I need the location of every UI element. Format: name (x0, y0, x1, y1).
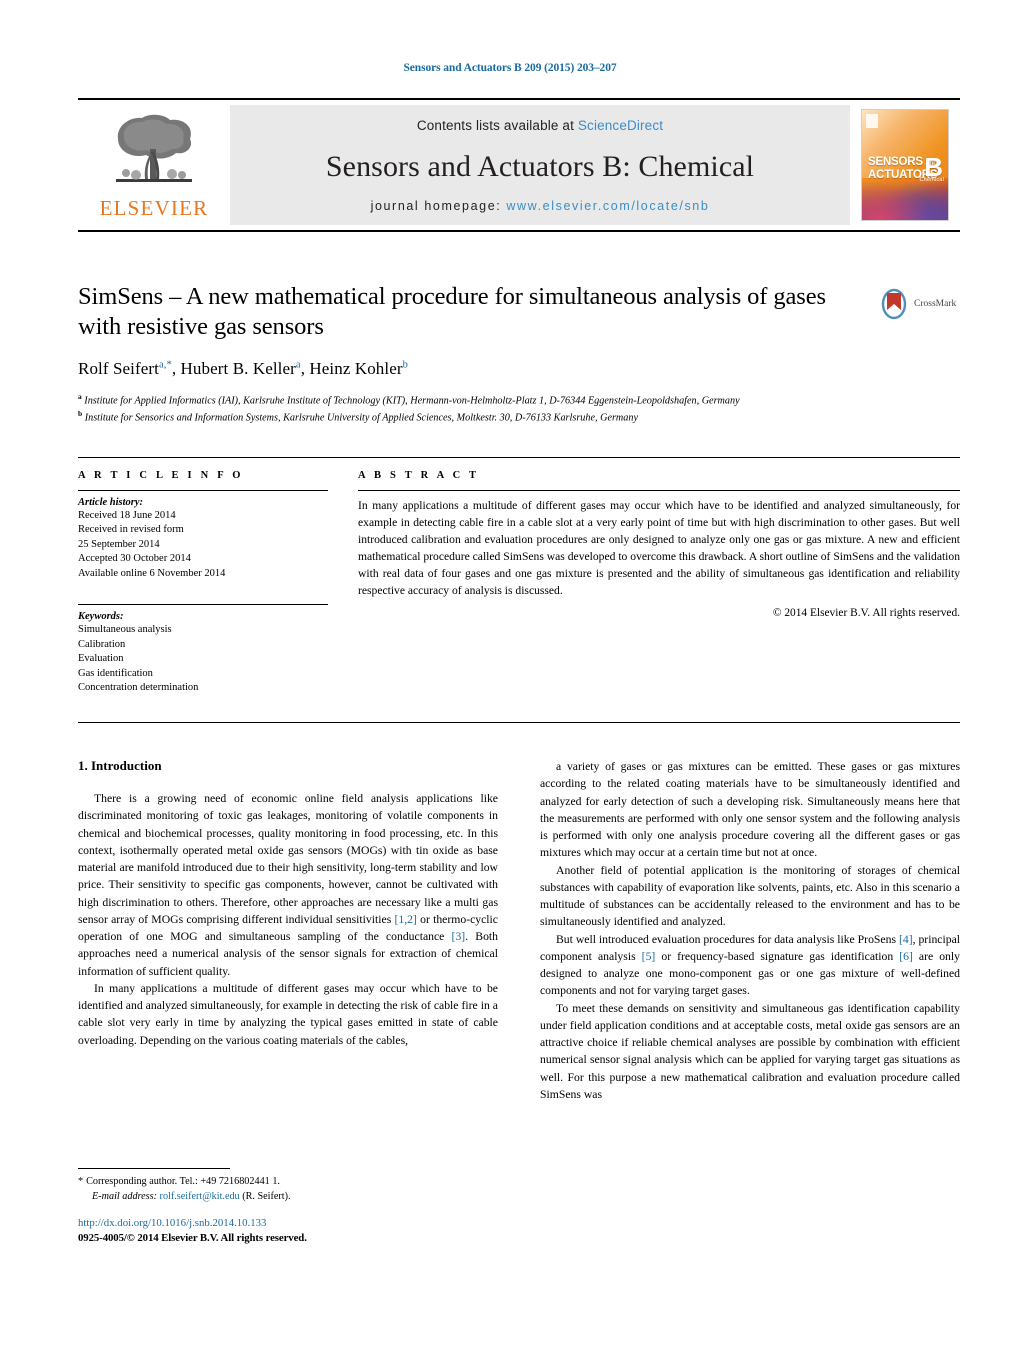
abstract-kicker: A B S T R A C T (358, 470, 480, 481)
paragraph: a variety of gases or gas mixtures can b… (540, 760, 960, 860)
keyword-item: Evaluation (78, 653, 124, 665)
history-item: 25 September 2014 (78, 538, 160, 550)
journal-cover-image: SENSORS and ACTUATORS B Chemical (861, 109, 949, 221)
citation-ref[interactable]: [1,2] (394, 913, 416, 926)
doi-block: http://dx.doi.org/10.1016/j.snb.2014.10.… (78, 1216, 498, 1247)
paragraph: To meet these demands on sensitivity and… (540, 1001, 960, 1101)
doi-link[interactable]: http://dx.doi.org/10.1016/j.snb.2014.10.… (78, 1216, 498, 1231)
title-block: SimSens – A new mathematical procedure f… (78, 282, 868, 426)
cover-subtitle: Chemical (919, 177, 944, 184)
email-label: E-mail address: (92, 1190, 157, 1202)
body-column-left: 1. Introduction There is a growing need … (78, 758, 498, 1049)
history-item: Received 18 June 2014 (78, 510, 176, 521)
keyword-item: Calibration (78, 638, 126, 650)
contents-available-line: Contents lists available at ScienceDirec… (417, 118, 663, 133)
corresponding-author-line: * Corresponding author. Tel.: +49 7216802… (78, 1175, 498, 1190)
citation-ref[interactable]: [4] (899, 933, 913, 946)
citation-ref[interactable]: [3] (452, 930, 466, 943)
cover-line1: SENSORS (868, 156, 923, 169)
corresponding-text: Corresponding author. Tel.: +49 72168024… (86, 1176, 280, 1187)
history-item: Received in revised form (78, 524, 184, 536)
keyword-item: Concentration determination (78, 682, 199, 694)
abstract-column: A B S T R A C T In many applications a m… (358, 470, 960, 619)
affiliation-list: a Institute for Applied Informatics (IAI… (78, 392, 878, 426)
footnote-rule (78, 1168, 230, 1169)
email-link[interactable]: rolf.seifert@kit.edu (160, 1191, 240, 1202)
paragraph: But well introduced evaluation procedure… (540, 932, 960, 998)
abstract-copyright: © 2014 Elsevier B.V. All rights reserved… (772, 607, 960, 620)
info-band-bottom-rule (78, 722, 960, 723)
email-line: E-mail address: rolf.seifert@kit.edu (R.… (78, 1190, 498, 1205)
article-history-heading: Article history: (78, 497, 144, 508)
abstract-text: In many applications a multitude of diff… (358, 499, 960, 598)
journal-title: Sensors and Actuators B: Chemical (325, 149, 755, 183)
crossmark-icon (881, 288, 907, 320)
citation-ref[interactable]: [6] (899, 950, 913, 963)
section-heading-introduction: 1. Introduction (78, 758, 162, 773)
affiliation-a: a Institute for Applied Informatics (IAI… (78, 391, 740, 407)
citation-ref[interactable]: [5] (642, 950, 656, 963)
article-info-column: A R T I C L E I N F O Article history: R… (78, 470, 328, 696)
article-info-rule-2 (78, 604, 328, 606)
contents-prefix: Contents lists available at (416, 118, 574, 133)
cover-elsevier-mark-icon (866, 114, 878, 128)
keywords-list: Simultaneous analysis Calibration Evalua… (78, 623, 328, 695)
affiliation-b: b Institute for Sensorics and Informatio… (78, 408, 638, 424)
cover-series-letter: B (924, 152, 943, 182)
journal-cover-cell: SENSORS and ACTUATORS B Chemical (850, 100, 960, 230)
info-band-top-rule (78, 457, 960, 458)
journal-masthead: ELSEVIER Contents lists available at Sci… (78, 98, 960, 232)
author-list: Rolf Seiferta,*, Hubert B. Kellera, Hein… (78, 358, 408, 378)
corresponding-author-note: * Corresponding author. Tel.: +49 7216802… (78, 1175, 498, 1205)
keyword-item: Simultaneous analysis (78, 624, 172, 636)
paragraph: Another field of potential application i… (540, 863, 960, 929)
corresponding-marker: * (78, 1176, 84, 1187)
elsevier-logo: ELSEVIER (78, 100, 230, 230)
history-item: Accepted 30 October 2014 (78, 553, 191, 565)
masthead-center-panel: Contents lists available at ScienceDirec… (230, 105, 850, 225)
page-title: SimSens – A new mathematical procedure f… (78, 283, 826, 340)
article-info-kicker: A R T I C L E I N F O (78, 470, 244, 481)
body-column-right: a variety of gases or gas mixtures can b… (540, 758, 960, 1103)
article-info-rule-1 (78, 490, 328, 491)
homepage-url-link[interactable]: www.elsevier.com/locate/snb (506, 199, 709, 213)
sciencedirect-link[interactable]: ScienceDirect (578, 118, 663, 133)
journal-homepage-line: journal homepage: www.elsevier.com/locat… (371, 199, 710, 213)
paragraph: There is a growing need of economic onli… (78, 792, 499, 978)
homepage-prefix: journal homepage: (370, 199, 502, 213)
running-head: Sensors and Actuators B 209 (2015) 203–2… (403, 62, 617, 74)
elsevier-tree-icon (116, 114, 192, 182)
journal-article-page: Sensors and Actuators B 209 (2015) 203–2… (0, 0, 1020, 1351)
paragraph: In many applications a multitude of diff… (78, 981, 498, 1047)
article-history-list: Received 18 June 2014 Received in revise… (78, 509, 328, 581)
affiliation-a-text: Institute for Applied Informatics (IAI),… (84, 395, 740, 407)
crossmark-badge[interactable]: CrossMark (878, 288, 958, 320)
keyword-item: Gas identification (78, 667, 153, 679)
affiliation-b-text: Institute for Sensorics and Information … (84, 412, 638, 424)
crossmark-label: CrossMark (914, 299, 957, 309)
abstract-rule (358, 490, 960, 491)
email-suffix: (R. Seifert). (242, 1190, 291, 1202)
elsevier-wordmark: ELSEVIER (99, 196, 209, 220)
keywords-heading: Keywords: (78, 611, 124, 623)
issn-copyright-line: 0925-4005/© 2014 Elsevier B.V. All right… (78, 1232, 307, 1245)
history-item: Available online 6 November 2014 (78, 567, 226, 579)
